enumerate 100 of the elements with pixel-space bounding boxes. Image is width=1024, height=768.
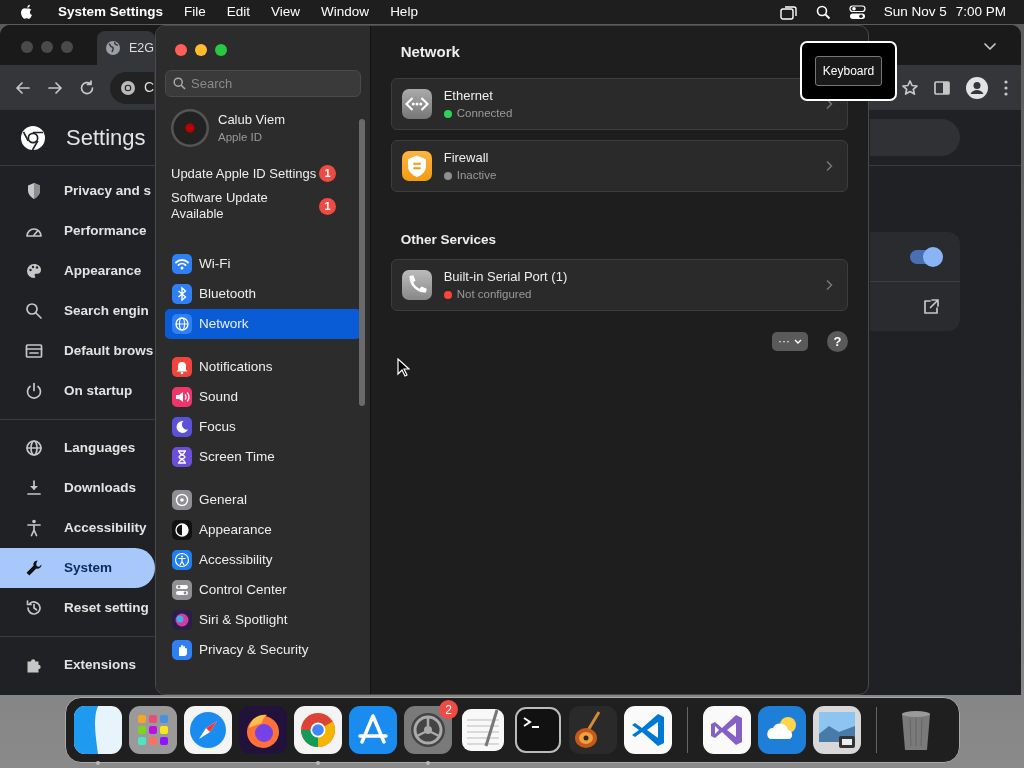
- notification-badge: 1: [319, 165, 336, 182]
- search-icon: [24, 301, 44, 321]
- pencil-a-icon[interactable]: [349, 706, 397, 754]
- service-name: Firewall: [443, 148, 490, 167]
- wrench-icon: [24, 558, 44, 578]
- sidebar-item[interactable]: Network: [165, 309, 361, 339]
- caret-icon: [794, 338, 802, 345]
- terminal-icon[interactable]: [514, 706, 562, 754]
- toggle-switch[interactable]: [910, 249, 942, 264]
- code-editor-icon[interactable]: [624, 706, 672, 754]
- menubar-clock[interactable]: 7:00 PM: [955, 1, 1006, 23]
- search-field[interactable]: [870, 119, 960, 156]
- menu-item[interactable]: View: [271, 1, 301, 23]
- avatar[interactable]: [171, 109, 209, 147]
- sidebar-item[interactable]: Wi-Fi: [165, 249, 361, 279]
- window-control[interactable]: [175, 44, 187, 56]
- window-control[interactable]: [215, 44, 227, 56]
- palette-icon: [24, 261, 44, 281]
- more-button[interactable]: ···: [772, 332, 808, 352]
- cloud-sun-icon[interactable]: [758, 706, 806, 754]
- service-row[interactable]: Built-in Serial Port (1) Not configured: [390, 259, 848, 312]
- menu-icon[interactable]: [1003, 78, 1009, 97]
- browser-logo-icon: [20, 124, 46, 151]
- menubar-date[interactable]: Sun Nov 5: [883, 1, 947, 23]
- page-title: Settings: [66, 124, 146, 152]
- external-link-icon[interactable]: [922, 297, 940, 316]
- chevron-right-icon: [825, 279, 833, 292]
- alert-item[interactable]: Update Apple ID Settings: [171, 165, 319, 182]
- nav-item[interactable]: Appearance: [0, 251, 155, 291]
- service-status: Connected: [456, 106, 513, 122]
- window-control[interactable]: [195, 44, 207, 56]
- menu-item[interactable]: File: [184, 1, 206, 23]
- service-status: Not configured: [456, 287, 532, 303]
- nav-item[interactable]: Performance: [0, 211, 155, 251]
- sidebar-item[interactable]: Sound: [165, 382, 361, 412]
- sidebar-item[interactable]: Accessibility: [165, 545, 361, 575]
- alert-item[interactable]: Software Update Available: [171, 190, 319, 222]
- sidebar-item[interactable]: Control Center: [165, 575, 361, 605]
- address-bar[interactable]: C: [110, 71, 154, 104]
- service-name: Ethernet: [443, 86, 494, 105]
- windows-icon[interactable]: [779, 4, 798, 20]
- browser-logo-icon: [120, 79, 136, 96]
- two-tone-tile-icon[interactable]: [74, 706, 122, 754]
- nav-item[interactable]: On startup: [0, 371, 155, 411]
- scrollbar-thumb[interactable]: [359, 119, 365, 406]
- nav-item[interactable]: Languages: [0, 428, 155, 468]
- tab-title[interactable]: E2G: [129, 38, 154, 58]
- profile-icon[interactable]: [965, 75, 989, 100]
- ethernet-icon: [401, 89, 432, 119]
- gear-icon[interactable]: [404, 706, 452, 754]
- app-grid-icon[interactable]: [129, 706, 177, 754]
- chevron-down-icon[interactable]: [983, 42, 997, 52]
- help-button[interactable]: ?: [827, 331, 848, 353]
- menu-item[interactable]: Window: [321, 1, 370, 23]
- notepad-icon[interactable]: [459, 706, 507, 754]
- nav-item[interactable]: Reset setting: [0, 588, 155, 628]
- sidebar-item[interactable]: Screen Time: [165, 442, 361, 472]
- code-editor-icon[interactable]: [703, 706, 751, 754]
- menu-item[interactable]: Help: [390, 1, 418, 23]
- photo-preview-icon[interactable]: [813, 706, 861, 754]
- sidebar-item[interactable]: Focus: [165, 412, 361, 442]
- nav-item[interactable]: Privacy and s: [0, 171, 155, 211]
- search-icon: [173, 77, 186, 90]
- ring-logo-icon[interactable]: [294, 706, 342, 754]
- menu-item[interactable]: Edit: [226, 1, 251, 23]
- service-row[interactable]: Firewall Inactive: [390, 140, 848, 192]
- compass-icon[interactable]: [184, 706, 232, 754]
- nav-item[interactable]: Extensions: [0, 645, 155, 685]
- shield-icon: [401, 151, 432, 181]
- nav-item[interactable]: Search engin: [0, 291, 155, 331]
- app-menu[interactable]: System Settings: [58, 1, 164, 23]
- sidebar-item[interactable]: General: [165, 485, 361, 515]
- nav-item[interactable]: Downloads: [0, 468, 155, 508]
- globe-icon: [105, 40, 121, 56]
- nav-item[interactable]: Accessibility: [0, 508, 155, 548]
- search-field[interactable]: Search: [165, 70, 361, 97]
- notification-badge: 2: [439, 700, 458, 719]
- cursor-icon: [397, 358, 410, 377]
- sidebar-item[interactable]: Appearance: [165, 515, 361, 545]
- search-icon[interactable]: [815, 4, 831, 20]
- fox-globe-icon[interactable]: [239, 706, 287, 754]
- sidebar-item[interactable]: Privacy & Security: [165, 635, 361, 665]
- sidebar-item[interactable]: Notifications: [165, 352, 361, 382]
- guitar-icon[interactable]: [569, 706, 617, 754]
- accessibility-icon: [24, 518, 44, 538]
- history-icon: [24, 598, 44, 618]
- nav-item[interactable]: Default brows: [0, 331, 155, 371]
- account-name[interactable]: Calub Viem: [218, 109, 285, 130]
- service-row[interactable]: Ethernet Connected: [390, 78, 848, 130]
- sidebar-item[interactable]: Siri & Spotlight: [165, 605, 361, 635]
- reload-icon[interactable]: [78, 78, 96, 97]
- star-icon[interactable]: [901, 78, 919, 97]
- nav-item[interactable]: System: [0, 548, 155, 588]
- chevron-right-icon: [825, 160, 833, 172]
- side-panel-icon[interactable]: [933, 78, 951, 97]
- service-status: Inactive: [456, 168, 497, 184]
- browser-tab[interactable]: E2G: [97, 31, 155, 65]
- control-center-icon[interactable]: [848, 4, 866, 20]
- sidebar-item[interactable]: Bluetooth: [165, 279, 361, 309]
- keyboard-button[interactable]: Keyboard: [814, 56, 883, 86]
